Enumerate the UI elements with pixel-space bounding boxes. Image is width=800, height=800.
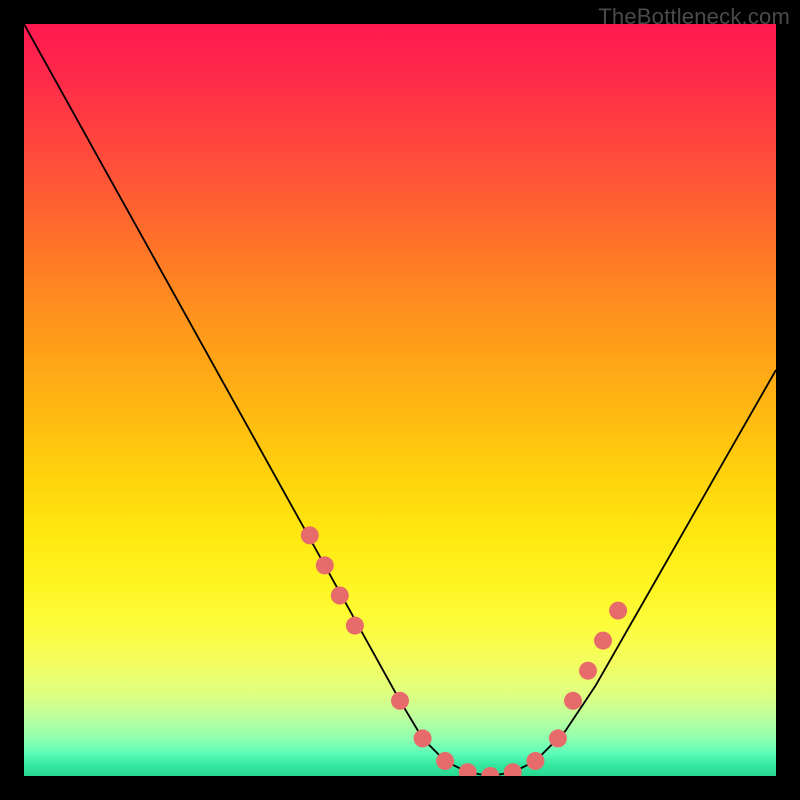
marker-dot: [459, 763, 477, 776]
marker-dot: [331, 587, 349, 605]
chart-svg: [24, 24, 776, 776]
marker-dot: [481, 767, 499, 776]
watermark-text: TheBottleneck.com: [598, 4, 790, 30]
plot-area: [24, 24, 776, 776]
bottleneck-curve: [24, 24, 776, 776]
marker-dot: [526, 752, 544, 770]
marker-dot: [391, 692, 409, 710]
marker-dot: [609, 602, 627, 620]
marker-dot: [579, 662, 597, 680]
marker-dot: [346, 617, 364, 635]
marker-dot: [504, 763, 522, 776]
marker-dot: [594, 632, 612, 650]
marker-dot: [436, 752, 454, 770]
highlight-markers: [301, 526, 627, 776]
marker-dot: [316, 556, 334, 574]
marker-dot: [301, 526, 319, 544]
marker-dot: [414, 729, 432, 747]
marker-dot: [549, 729, 567, 747]
marker-dot: [564, 692, 582, 710]
